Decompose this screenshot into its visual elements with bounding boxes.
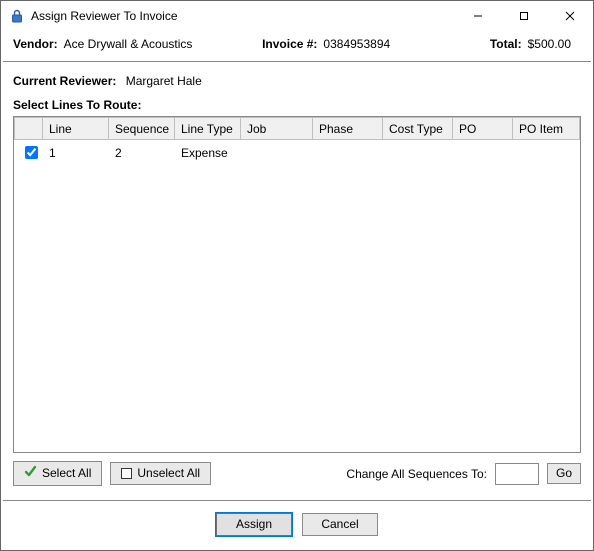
assign-label: Assign bbox=[236, 517, 272, 532]
current-reviewer-row: Current Reviewer: Margaret Hale bbox=[13, 74, 581, 88]
close-button[interactable] bbox=[547, 1, 593, 31]
window-title: Assign Reviewer To Invoice bbox=[31, 9, 178, 23]
col-costtype-header[interactable]: Cost Type bbox=[383, 118, 453, 140]
table-header-row: Line Sequence Line Type Job Phase Cost T… bbox=[15, 118, 580, 140]
col-check-header[interactable] bbox=[15, 118, 43, 140]
change-seq-label: Change All Sequences To: bbox=[346, 467, 487, 481]
info-bar: Vendor: Ace Drywall & Acoustics Invoice … bbox=[1, 31, 593, 61]
col-phase-header[interactable]: Phase bbox=[313, 118, 383, 140]
col-job-header[interactable]: Job bbox=[241, 118, 313, 140]
current-reviewer-label: Current Reviewer: bbox=[13, 74, 116, 88]
total-value: $500.00 bbox=[528, 37, 571, 51]
invoice-label: Invoice #: bbox=[262, 37, 317, 51]
minimize-button[interactable] bbox=[455, 1, 501, 31]
go-button[interactable]: Go bbox=[547, 463, 581, 484]
maximize-button[interactable] bbox=[501, 1, 547, 31]
lines-table: Line Sequence Line Type Job Phase Cost T… bbox=[13, 116, 581, 453]
cell-po bbox=[453, 140, 513, 166]
select-all-button[interactable]: Select All bbox=[13, 461, 102, 486]
cell-poitem bbox=[513, 140, 580, 166]
unselect-all-button[interactable]: Unselect All bbox=[110, 462, 211, 485]
go-label: Go bbox=[556, 466, 572, 481]
vendor-value: Ace Drywall & Acoustics bbox=[64, 37, 193, 51]
cell-linetype: Expense bbox=[175, 140, 241, 166]
col-po-header[interactable]: PO bbox=[453, 118, 513, 140]
dialog-window: Assign Reviewer To Invoice Vendor: Ace D… bbox=[0, 0, 594, 551]
cell-sequence: 2 bbox=[109, 140, 175, 166]
cell-phase bbox=[313, 140, 383, 166]
col-line-header[interactable]: Line bbox=[43, 118, 109, 140]
cell-costtype bbox=[383, 140, 453, 166]
cancel-button[interactable]: Cancel bbox=[302, 513, 378, 536]
content-area: Current Reviewer: Margaret Hale Select L… bbox=[1, 62, 593, 492]
col-sequence-header[interactable]: Sequence bbox=[109, 118, 175, 140]
select-lines-label: Select Lines To Route: bbox=[13, 98, 581, 112]
total-label: Total: bbox=[490, 37, 522, 51]
titlebar: Assign Reviewer To Invoice bbox=[1, 1, 593, 31]
col-poitem-header[interactable]: PO Item bbox=[513, 118, 580, 140]
current-reviewer-value: Margaret Hale bbox=[126, 74, 202, 88]
check-icon bbox=[24, 465, 37, 482]
cell-line: 1 bbox=[43, 140, 109, 166]
row-checkbox[interactable] bbox=[25, 146, 38, 159]
invoice-value: 0384953894 bbox=[323, 37, 390, 51]
unselect-all-label: Unselect All bbox=[137, 466, 200, 481]
change-seq-input[interactable] bbox=[495, 463, 539, 485]
lock-icon bbox=[9, 8, 25, 24]
below-table-toolbar: Select All Unselect All Change All Seque… bbox=[13, 461, 581, 486]
vendor-label: Vendor: bbox=[13, 37, 58, 51]
table-row[interactable]: 1 2 Expense bbox=[15, 140, 580, 166]
col-linetype-header[interactable]: Line Type bbox=[175, 118, 241, 140]
assign-button[interactable]: Assign bbox=[216, 513, 292, 536]
cancel-label: Cancel bbox=[321, 517, 358, 532]
cell-job bbox=[241, 140, 313, 166]
empty-checkbox-icon bbox=[121, 468, 132, 479]
footer-actions: Assign Cancel bbox=[1, 501, 593, 550]
select-all-label: Select All bbox=[42, 466, 91, 481]
